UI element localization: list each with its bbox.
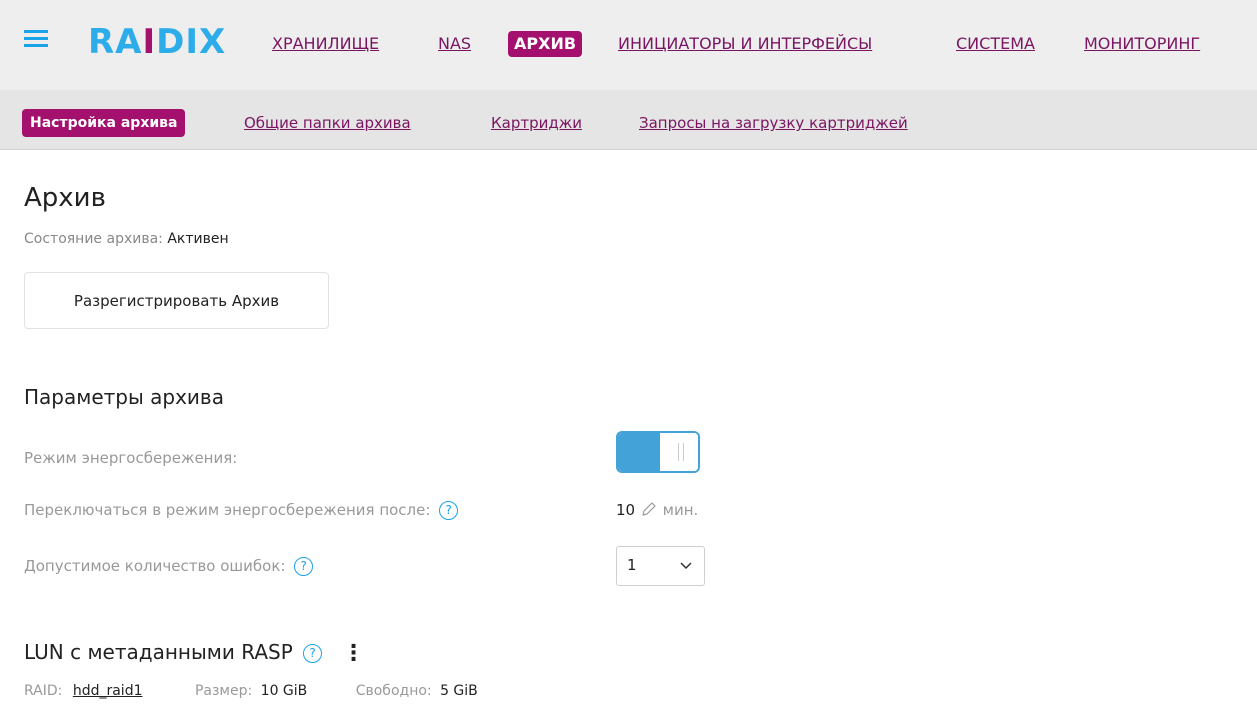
nav-nas[interactable]: NAS [438,34,471,54]
switch-after-row-label: Переключаться в режим энергосбережения п… [24,500,459,520]
switch-after-value: 10 мин. [616,500,698,520]
status-label: Состояние архива: [24,231,163,247]
archive-status: Состояние архива: Активен [24,230,229,248]
nav-initiators-interfaces[interactable]: ИНИЦИАТОРЫ И ИНТЕРФЕЙСЫ [618,34,872,54]
status-value: Активен [167,231,229,247]
sub-nav-bar [0,90,1257,150]
nav-storage[interactable]: ХРАНИЛИЩЕ [272,34,379,54]
pencil-icon[interactable] [640,500,658,518]
kebab-menu-icon[interactable]: ⋮ [342,641,364,667]
question-circle-icon[interactable]: ? [439,501,459,520]
nav-system[interactable]: СИСТЕМА [956,34,1035,54]
raid-label: RAID: [24,683,63,699]
question-circle-icon[interactable]: ? [294,557,314,576]
switch-after-number: 10 [616,501,636,519]
chevron-down-icon [680,562,692,570]
nav-monitoring[interactable]: МОНИТОРИНГ [1084,34,1200,54]
size-value: 10 GiB [260,683,308,699]
question-circle-icon[interactable]: ? [303,644,323,663]
lun-section-title: LUN с метаданными RASP ? ⋮ [24,639,364,667]
errors-count-value: 1 [627,556,637,574]
params-section-title: Параметры архива [24,385,224,409]
power-saving-label: Режим энергосбережения: [24,449,238,467]
nav-archive[interactable]: АРХИВ [508,31,583,57]
power-saving-toggle[interactable] [616,431,700,473]
page-title: Архив [24,183,106,213]
free-label: Свободно: [355,683,432,699]
tab-archive-settings[interactable]: Настройка архива [22,109,186,137]
lun-info: RAID: hdd_raid1 Размер: 10 GiB Свободно:… [24,682,478,700]
hamburger-menu-icon[interactable] [24,30,48,54]
lun-title-text: LUN с метаданными RASP [24,640,293,664]
raid-link[interactable]: hdd_raid1 [73,683,143,699]
raidix-logo: RAIDIX [88,22,227,62]
errors-row-label: Допустимое количество ошибок: ? [24,556,314,576]
switch-after-label: Переключаться в режим энергосбережения п… [24,501,431,519]
size-label: Размер: [194,683,253,699]
tab-shared-folders[interactable]: Общие папки архива [244,113,411,133]
unregister-archive-button[interactable]: Разрегистрировать Архив [24,272,329,329]
errors-count-select[interactable]: 1 [616,546,705,586]
tab-cartridges[interactable]: Картриджи [491,113,582,133]
switch-after-unit: мин. [662,501,699,519]
tab-cartridge-requests[interactable]: Запросы на загрузку картриджей [639,113,908,133]
errors-label: Допустимое количество ошибок: [24,557,286,575]
free-value: 5 GiB [440,683,478,699]
